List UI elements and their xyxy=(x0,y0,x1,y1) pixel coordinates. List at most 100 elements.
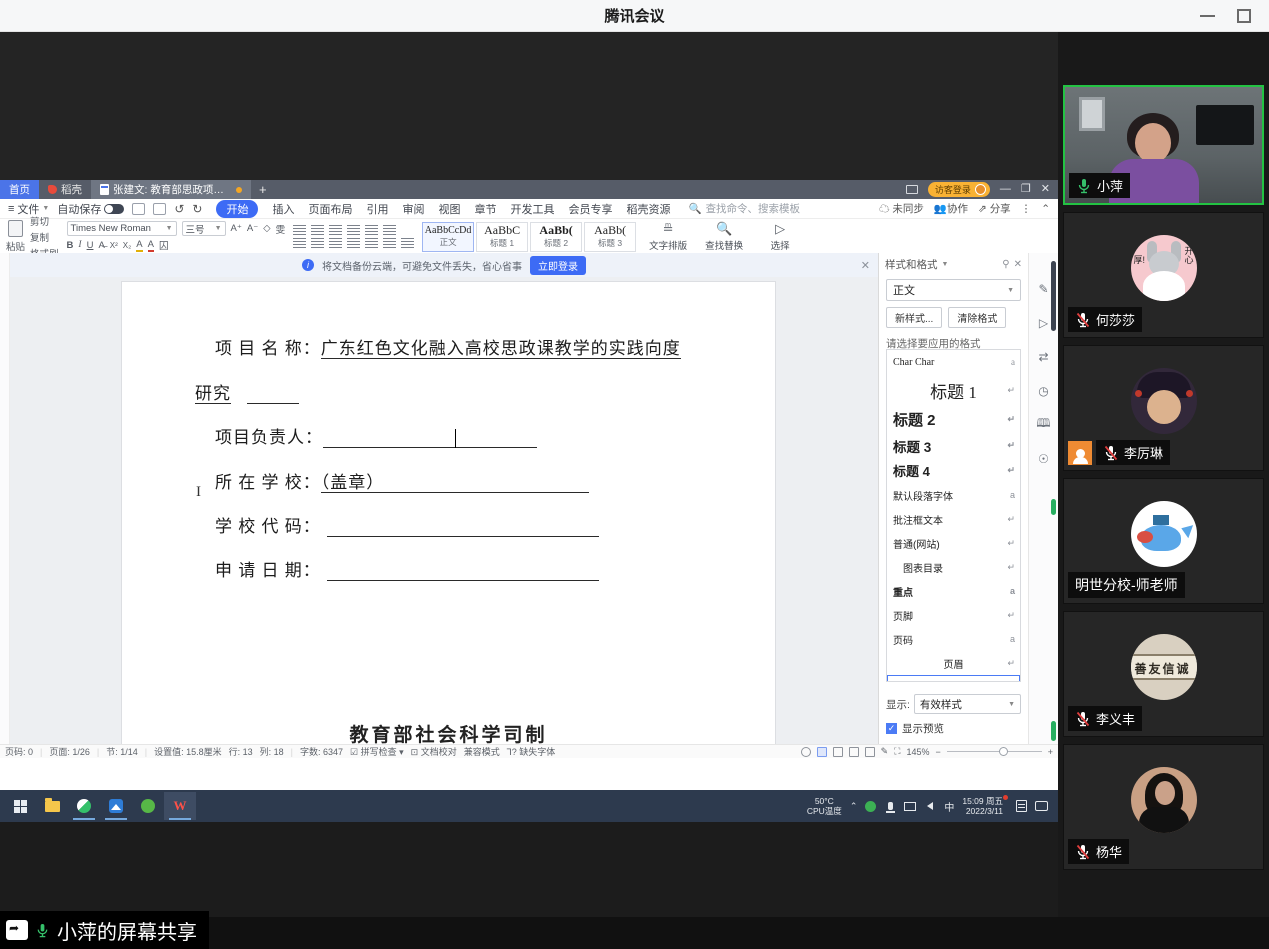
proofing-button[interactable]: ⊡ 文档校对 xyxy=(411,745,457,758)
chevron-down-icon[interactable]: ▼ xyxy=(942,261,949,268)
superscript-button[interactable]: X² xyxy=(110,241,118,250)
highlight-button[interactable]: A xyxy=(136,239,142,252)
current-style-select[interactable]: 正文 ▼ xyxy=(886,279,1021,301)
history-icon[interactable]: ◷ xyxy=(1036,383,1051,398)
style-item[interactable]: 标题 4↵ xyxy=(887,458,1020,483)
chat-app-icon[interactable] xyxy=(68,792,100,820)
page-view-icon[interactable] xyxy=(817,747,827,757)
font-color-button[interactable]: A xyxy=(148,239,154,252)
start-button[interactable] xyxy=(4,792,36,820)
style-item[interactable]: 默认段落字体a xyxy=(887,483,1020,507)
borders-icon[interactable] xyxy=(401,238,414,249)
bullets-icon[interactable] xyxy=(293,225,306,236)
zoom-slider-thumb[interactable] xyxy=(999,747,1008,756)
spellcheck-toggle[interactable]: ☑ 拼写检查 ▾ xyxy=(350,745,404,758)
collab-button[interactable]: 👥协作 xyxy=(934,201,968,216)
new-style-button[interactable]: 新样式... xyxy=(886,307,942,328)
style-heading2[interactable]: AaBb( 标题 2 xyxy=(530,222,582,252)
zoom-out-button[interactable]: − xyxy=(935,747,940,757)
align-right-icon[interactable] xyxy=(329,238,342,249)
zoom-value[interactable]: 145% xyxy=(906,747,929,757)
grow-font-icon[interactable]: A⁺ xyxy=(231,223,242,234)
redo-icon[interactable]: ↻ xyxy=(192,202,202,216)
style-item[interactable]: 页码a xyxy=(887,627,1020,651)
participant-tile[interactable]: 厚! 开心 何莎莎 xyxy=(1063,212,1264,338)
font-size-select[interactable]: 三号▼ xyxy=(182,221,226,236)
eye-protect-icon[interactable] xyxy=(801,747,811,757)
ime-indicator[interactable]: 中 xyxy=(944,799,954,814)
more-icon[interactable]: ⋮ xyxy=(1021,203,1032,215)
menu-item-review[interactable]: 审阅 xyxy=(402,201,424,217)
italic-button[interactable]: I xyxy=(78,240,81,250)
shrink-font-icon[interactable]: A⁻ xyxy=(247,223,258,234)
copy-button[interactable]: 复制 xyxy=(30,230,59,244)
help-icon[interactable]: ☉ xyxy=(1036,451,1051,466)
menu-item-devtools[interactable]: 开发工具 xyxy=(510,201,554,217)
collapse-ribbon-icon[interactable]: ⌃ xyxy=(1041,203,1050,215)
menu-item-view[interactable]: 视图 xyxy=(438,201,460,217)
participant-tile[interactable]: 李厉琳 xyxy=(1063,345,1264,471)
tray-notes-icon[interactable] xyxy=(1016,800,1027,812)
select-tool[interactable]: ▷ 选择 xyxy=(756,221,804,252)
text-layout-tool[interactable]: ≞ 文字排版 xyxy=(644,221,692,252)
line-spacing-icon[interactable] xyxy=(365,238,378,249)
wps-taskbar-icon[interactable]: W xyxy=(164,792,196,820)
underline-button[interactable]: U xyxy=(87,240,94,251)
style-item[interactable]: Char Chara xyxy=(887,350,1020,374)
style-item[interactable]: 标题 2↵ xyxy=(887,406,1020,433)
char-border-button[interactable]: 囚 xyxy=(159,238,169,252)
style-item[interactable]: 标题 1↵ xyxy=(887,374,1020,406)
participant-tile[interactable]: 杨华 xyxy=(1063,744,1264,870)
zoom-slider[interactable] xyxy=(947,751,1042,752)
font-name-select[interactable]: Times New Roman▼ xyxy=(67,221,177,236)
menu-item-layout[interactable]: 页面布局 xyxy=(308,201,352,217)
style-item[interactable]: 标题 3↵ xyxy=(887,433,1020,458)
edit-pen-icon[interactable]: ✎ xyxy=(881,746,889,757)
undo-icon[interactable]: ↺ xyxy=(174,202,184,216)
text-effects-icon[interactable]: 雯 xyxy=(276,222,286,236)
zoom-in-button[interactable]: + xyxy=(1048,747,1053,757)
wps-restore-button[interactable]: ❐ xyxy=(1021,184,1031,195)
tray-network-icon[interactable] xyxy=(904,802,916,811)
sync-status[interactable]: ☁ 未同步 xyxy=(879,201,924,216)
cut-button[interactable]: 剪切 xyxy=(30,214,59,228)
participant-tile[interactable]: 小萍 xyxy=(1063,85,1264,205)
cpu-temp-widget[interactable]: 50°C CPU温度 xyxy=(807,796,842,816)
layout-icon[interactable] xyxy=(906,185,918,194)
align-left-icon[interactable] xyxy=(293,238,306,249)
clear-format-button[interactable]: 清除格式 xyxy=(948,307,1006,328)
share-button[interactable]: ⇗ 分享 xyxy=(978,201,1011,216)
menu-item-insert[interactable]: 插入 xyxy=(272,201,294,217)
align-center-icon[interactable] xyxy=(311,238,324,249)
menu-item-member[interactable]: 会员专享 xyxy=(568,201,612,217)
style-item-selected[interactable]: 正文↵ xyxy=(887,675,1020,682)
style-normal[interactable]: AaBbCcDd 正文 xyxy=(422,222,474,252)
web-view-icon[interactable] xyxy=(865,747,875,757)
style-item[interactable]: 页脚↵ xyxy=(887,603,1020,627)
clear-format-icon[interactable]: ◇ xyxy=(263,223,270,234)
select-cursor-icon[interactable]: ▷ xyxy=(1036,315,1051,330)
file-explorer-icon[interactable] xyxy=(36,792,68,820)
shading-icon[interactable] xyxy=(383,238,396,249)
meeting-app-icon[interactable] xyxy=(100,792,132,820)
tab-home[interactable]: 首页 xyxy=(0,180,39,199)
zoom-fit-icon[interactable]: ⛶ xyxy=(894,746,900,757)
read-view-icon[interactable] xyxy=(849,747,859,757)
style-item[interactable]: 图表目录↵ xyxy=(887,555,1020,579)
print-icon[interactable] xyxy=(153,203,166,215)
pen-icon[interactable]: ✎ xyxy=(1036,281,1051,296)
scrollbar-thumb[interactable] xyxy=(1051,261,1056,331)
document-page[interactable]: 项 目 名 称：广东红色文化融入高校思政课教学的实践向度 研究 项目负责人： 所… xyxy=(122,282,775,744)
menu-item-section[interactable]: 章节 xyxy=(474,201,496,217)
outline-view-icon[interactable] xyxy=(833,747,843,757)
numbering-icon[interactable] xyxy=(311,225,324,236)
login-badge[interactable]: 访客登录 xyxy=(928,182,990,197)
outdent-icon[interactable] xyxy=(329,225,342,236)
participant-tile[interactable]: 善友信诚 李义丰 xyxy=(1063,611,1264,737)
strikethrough-button[interactable]: A̶ xyxy=(98,240,104,251)
maximize-button[interactable] xyxy=(1237,9,1251,23)
style-item[interactable]: 重点a xyxy=(887,579,1020,603)
bookmark-icon[interactable]: 🕮 xyxy=(1036,417,1051,432)
wps-minimize-button[interactable]: — xyxy=(1000,184,1011,195)
autosave-toggle[interactable] xyxy=(104,204,124,214)
